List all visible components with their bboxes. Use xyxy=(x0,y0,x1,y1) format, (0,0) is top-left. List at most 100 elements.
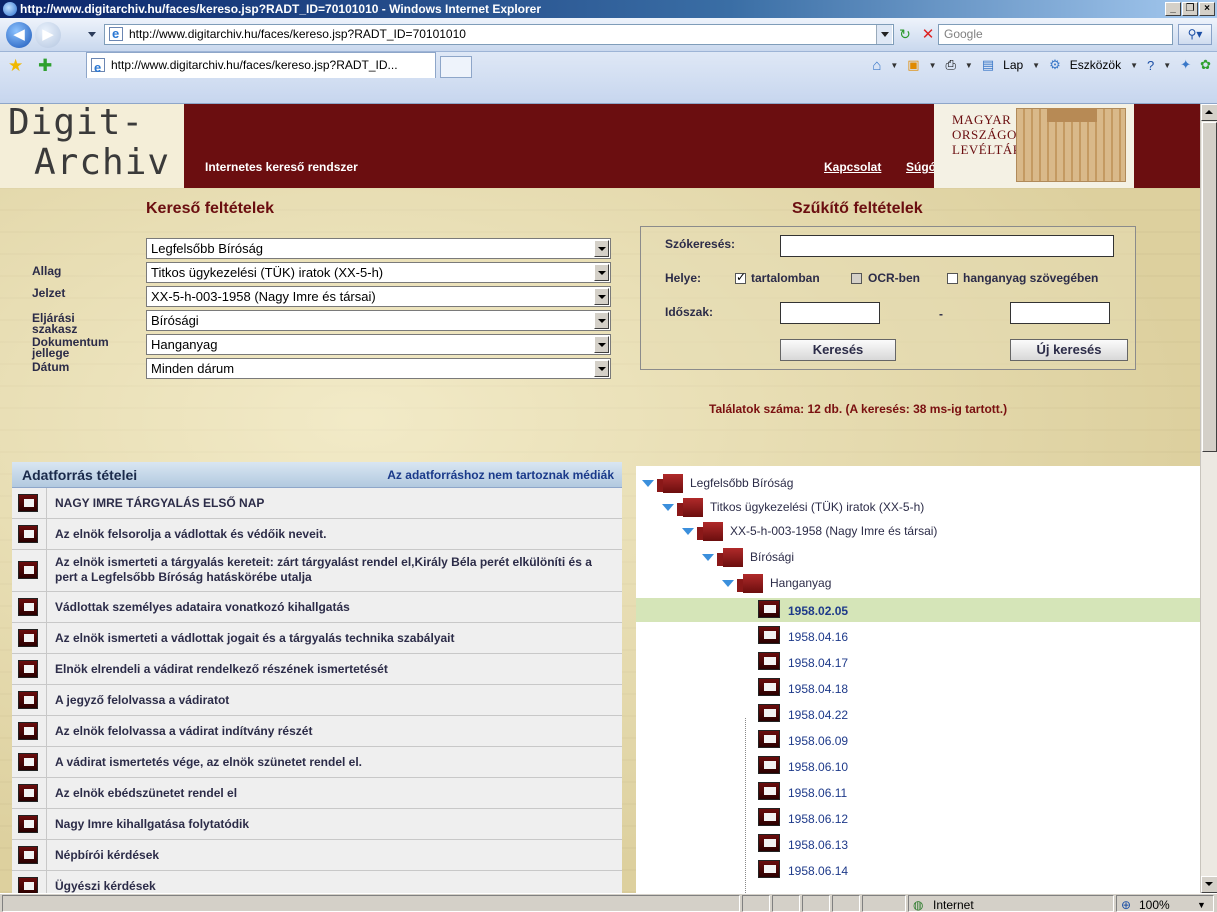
list-item[interactable]: Vádlottak személyes adataira vonatkozó k… xyxy=(12,592,622,623)
tree-leaf[interactable]: 1958.06.14 xyxy=(746,858,1200,882)
tree-leaf[interactable]: 1958.06.10 xyxy=(746,754,1200,778)
list-item[interactable]: Népbírói kérdések xyxy=(12,840,622,871)
expand-arrow-icon[interactable] xyxy=(662,504,674,511)
document-icon[interactable] xyxy=(18,598,38,616)
row-subfonds: Allag Titkos ügykezelési (TÜK) iratok (X… xyxy=(12,262,622,284)
home-icon[interactable]: ⌂ xyxy=(872,57,881,74)
list-item[interactable]: Az elnök felsorolja a vádlottak és védői… xyxy=(12,519,622,550)
dropdown-arrow-icon[interactable] xyxy=(594,288,609,305)
research-icon[interactable]: ✦ xyxy=(1180,57,1191,73)
expand-arrow-icon[interactable] xyxy=(722,580,734,587)
back-button[interactable]: ◀ xyxy=(6,22,32,48)
document-icon[interactable] xyxy=(18,846,38,864)
document-icon[interactable] xyxy=(18,660,38,678)
tab-active[interactable]: http://www.digitarchiv.hu/faces/kereso.j… xyxy=(86,52,436,78)
list-item[interactable]: Az elnök felolvassa a vádirat indítvány … xyxy=(12,716,622,747)
list-item[interactable]: Ügyészi kérdések xyxy=(12,871,622,893)
history-dropdown-icon[interactable] xyxy=(88,32,96,37)
scroll-down-icon[interactable] xyxy=(1201,876,1217,893)
help-link[interactable]: Súgó xyxy=(906,160,936,174)
tree-leaf-label: 1958.06.12 xyxy=(788,812,849,826)
reference-select[interactable]: XX-5-h-003-1958 (Nagy Imre és társai) xyxy=(146,286,611,307)
contact-link[interactable]: Kapcsolat xyxy=(824,160,881,174)
page-menu[interactable]: Lap xyxy=(1003,58,1023,72)
search-input[interactable]: Google xyxy=(938,24,1173,45)
scroll-thumb[interactable] xyxy=(1202,122,1217,452)
list-item[interactable]: A vádirat ismertetés vége, az elnök szün… xyxy=(12,747,622,778)
search-submit-button[interactable]: Keresés xyxy=(780,339,896,361)
list-item-label: A jegyző felolvassa a vádiratot xyxy=(55,693,230,707)
stage-select[interactable]: Bírósági xyxy=(146,310,611,331)
address-bar[interactable]: http://www.digitarchiv.hu/faces/kereso.j… xyxy=(104,24,894,45)
list-item[interactable]: A jegyző felolvassa a vádiratot xyxy=(12,685,622,716)
document-icon[interactable] xyxy=(18,525,38,543)
content-checkbox[interactable] xyxy=(735,270,746,284)
tree-leaf[interactable]: 1958.06.12 xyxy=(746,806,1200,830)
dropdown-arrow-icon[interactable] xyxy=(594,336,609,353)
audio-text-checkbox[interactable] xyxy=(947,273,958,284)
feeds-icon[interactable]: ▣ xyxy=(907,57,919,73)
expand-arrow-icon[interactable] xyxy=(702,554,714,561)
ocr-checkbox[interactable] xyxy=(851,273,862,284)
add-favorite-icon[interactable]: ✚ xyxy=(38,56,52,76)
zoom-panel[interactable]: ⊕ 100% ▼ xyxy=(1116,895,1214,912)
document-icon[interactable] xyxy=(18,815,38,833)
document-icon[interactable] xyxy=(18,877,38,893)
tree-leaf[interactable]: 1958.04.16 xyxy=(746,624,1200,648)
tree-leaf[interactable]: 1958.06.11 xyxy=(746,780,1200,804)
stop-icon[interactable]: ✕ xyxy=(918,25,938,44)
tools-menu[interactable]: Eszközök xyxy=(1070,58,1121,72)
list-item[interactable]: Az elnök ismerteti a tárgyalás kereteit:… xyxy=(12,550,622,592)
forward-button[interactable]: ▶ xyxy=(35,22,61,48)
new-tab-button[interactable] xyxy=(440,56,472,78)
scroll-up-icon[interactable] xyxy=(1201,104,1217,121)
minimize-button[interactable]: _ xyxy=(1165,2,1181,16)
tree-leaf[interactable]: 1958.06.09 xyxy=(746,728,1200,752)
dropdown-arrow-icon[interactable] xyxy=(594,240,609,257)
tree-leaf[interactable]: 1958.04.22 xyxy=(746,702,1200,726)
document-icon[interactable] xyxy=(18,494,38,512)
list-item[interactable]: Az elnök ebédszünetet rendel el xyxy=(12,778,622,809)
keyword-input[interactable] xyxy=(780,235,1114,257)
document-icon[interactable] xyxy=(18,722,38,740)
tree-leaf[interactable]: 1958.02.05 xyxy=(636,598,1200,622)
zoom-dropdown-icon[interactable]: ▼ xyxy=(1197,900,1206,910)
help-icon[interactable]: ? xyxy=(1147,58,1154,73)
document-icon[interactable] xyxy=(18,691,38,709)
period-to-input[interactable] xyxy=(1010,302,1110,324)
dropdown-arrow-icon[interactable] xyxy=(594,360,609,377)
subfonds-select[interactable]: Titkos ügykezelési (TÜK) iratok (XX-5-h) xyxy=(146,262,611,283)
favorites-star-icon[interactable]: ★ xyxy=(8,56,23,76)
search-button[interactable]: ⚲▾ xyxy=(1178,24,1212,45)
refresh-icon[interactable]: ↻ xyxy=(895,25,915,44)
list-item[interactable]: Az elnök ismerteti a vádlottak jogait és… xyxy=(12,623,622,654)
page-scrollbar[interactable] xyxy=(1200,104,1217,893)
document-icon[interactable] xyxy=(18,629,38,647)
list-item[interactable]: Elnök elrendeli a vádirat rendelkező rés… xyxy=(12,654,622,685)
messenger-icon[interactable]: ✿ xyxy=(1200,57,1211,73)
period-from-input[interactable] xyxy=(780,302,880,324)
tree-leaf[interactable]: 1958.04.17 xyxy=(746,650,1200,674)
tree-leaf[interactable]: 1958.04.18 xyxy=(746,676,1200,700)
address-dropdown-icon[interactable] xyxy=(876,25,892,44)
document-icon[interactable] xyxy=(18,561,38,579)
date-select[interactable]: Minden dárum xyxy=(146,358,611,379)
close-button[interactable]: × xyxy=(1199,2,1215,16)
dropdown-arrow-icon[interactable] xyxy=(594,312,609,329)
ocr-option-label: OCR-ben xyxy=(868,271,920,285)
list-item[interactable]: Nagy Imre kihallgatása folytatódik xyxy=(12,809,622,840)
reference-value: XX-5-h-003-1958 (Nagy Imre és társai) xyxy=(151,289,376,304)
print-icon[interactable]: ⎙ xyxy=(946,57,956,73)
document-icon[interactable] xyxy=(18,784,38,802)
restore-button[interactable]: ❐ xyxy=(1182,2,1198,16)
expand-arrow-icon[interactable] xyxy=(642,480,654,487)
fonds-select[interactable]: Legfelsőbb Bíróság xyxy=(146,238,611,259)
list-item[interactable]: NAGY IMRE TÁRGYALÁS ELSŐ NAP xyxy=(12,488,622,519)
doctype-select[interactable]: Hanganyag xyxy=(146,334,611,355)
dropdown-arrow-icon[interactable] xyxy=(594,264,609,281)
new-search-button[interactable]: Új keresés xyxy=(1010,339,1128,361)
folder-icon xyxy=(697,521,725,541)
tree-leaf[interactable]: 1958.06.13 xyxy=(746,832,1200,856)
expand-arrow-icon[interactable] xyxy=(682,528,694,535)
document-icon[interactable] xyxy=(18,753,38,771)
